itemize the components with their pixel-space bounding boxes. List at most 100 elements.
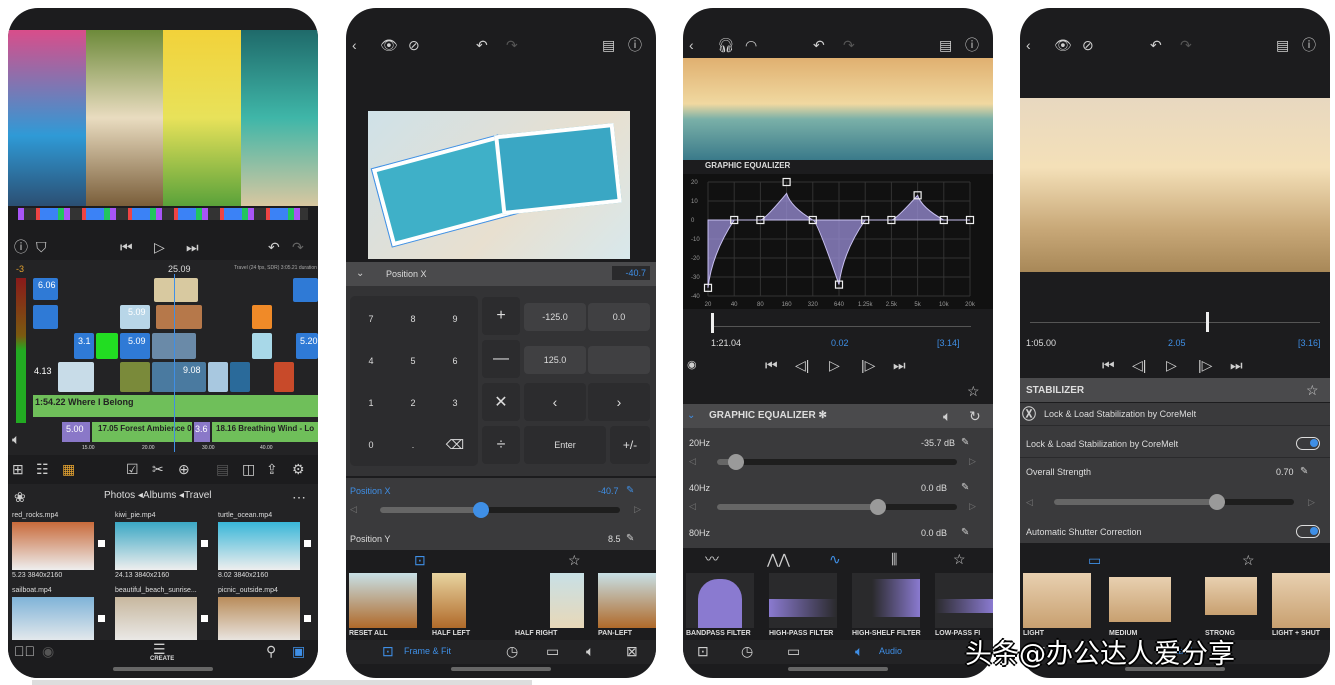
headphones-icon[interactable]: 🎧︎ <box>717 36 735 54</box>
increment-icon[interactable]: ▷ <box>969 452 976 470</box>
help-icon[interactable]: ⓘ <box>965 36 979 54</box>
preset-thumbnail[interactable] <box>1272 573 1330 628</box>
backspace-key[interactable]: ⌫ <box>434 426 476 464</box>
digit-key-3[interactable]: 3 <box>434 384 476 422</box>
clipboard-icon[interactable]: ▤ <box>216 460 229 478</box>
audio-track-main[interactable]: 1:54.22 Where I Belong <box>33 395 318 417</box>
digit-key-9[interactable]: 9 <box>434 300 476 338</box>
pencil-icon[interactable]: ✎ <box>961 524 969 542</box>
tab-audio[interactable]: Audio <box>879 646 902 656</box>
pencil-icon[interactable]: ✎ <box>626 530 634 548</box>
decrement-icon[interactable]: ◁ <box>689 497 696 515</box>
frame-fit-presets-tab-icon[interactable]: ⊡ <box>414 551 426 569</box>
enter-key[interactable]: Enter <box>524 426 606 464</box>
pencil-icon[interactable]: ✎ <box>961 479 969 497</box>
digit-key-2[interactable]: 2 <box>392 384 434 422</box>
digit-key-0[interactable]: 0 <box>350 426 392 464</box>
speed-icon[interactable]: ◷ <box>506 642 518 660</box>
equalizer-graph[interactable]: 20 40 80 160 320 640 1.25k 2.5k 5k 10k 20k20100-10… <box>683 174 993 309</box>
playhead[interactable] <box>174 274 175 452</box>
eq-band-slider[interactable] <box>717 454 957 470</box>
favorite-star-icon[interactable]: ☆ <box>1306 381 1319 399</box>
skip-back-icon[interactable]: ⏮ <box>120 238 133 256</box>
eq-panel-header[interactable]: ⌄ GRAPHIC EQUALIZER ✻ 🔈︎ ↻ <box>683 404 993 428</box>
eye-hidden-icon[interactable]: ⊘ <box>408 36 420 54</box>
browser-toggle-icon[interactable]: ▣ <box>292 642 305 660</box>
favorites-star-icon[interactable]: ☆ <box>568 551 581 569</box>
preset-thumbnail[interactable] <box>1205 577 1257 615</box>
frame-fit-icon[interactable]: ⊡ <box>382 642 394 660</box>
eye-icon[interactable]: 👁︎ <box>380 36 398 54</box>
media-checkbox[interactable] <box>201 615 208 622</box>
play-icon[interactable]: ▷ <box>829 356 840 374</box>
skip-back-icon[interactable]: ⏮ <box>1102 356 1115 374</box>
media-thumbnail[interactable] <box>12 522 94 570</box>
info-icon[interactable]: ⓘ <box>14 238 28 256</box>
preset-thumbnail[interactable] <box>769 573 837 628</box>
multiply-key[interactable]: ✕ <box>482 383 520 421</box>
preset-thumbnail[interactable] <box>432 573 466 628</box>
video-preview[interactable] <box>368 111 630 259</box>
compressor-icon[interactable]: ⫼ <box>891 550 897 568</box>
eq-band-slider[interactable] <box>717 499 957 515</box>
more-icon[interactable]: ⋯ <box>292 488 306 506</box>
breadcrumb[interactable]: Photos ◂Albums ◂Travel <box>104 490 212 501</box>
increment-icon[interactable]: ▷ <box>1308 493 1315 511</box>
undo-icon[interactable]: ↶ <box>476 36 488 54</box>
scrubber-handle[interactable] <box>711 313 714 333</box>
scissors-icon[interactable]: ✂ <box>152 460 164 478</box>
checkbox-icon[interactable]: ☑ <box>126 460 139 478</box>
clipboard-icon[interactable]: ▤ <box>1276 36 1289 54</box>
skip-forward-icon[interactable]: ⏭ <box>186 238 199 256</box>
timeline[interactable]: -3 25.09 Travel (24 fps, SDR) 3:05.21 du… <box>8 260 318 455</box>
eye-icon[interactable]: 👁︎ <box>1054 36 1072 54</box>
preset-thumbnail[interactable] <box>1109 577 1171 622</box>
frame-fit-icon[interactable]: ⊡ <box>697 642 709 660</box>
shield-icon[interactable]: ⛉ <box>36 238 47 256</box>
plus-minus-key[interactable]: +/- <box>610 426 650 464</box>
undo-icon[interactable]: ↶ <box>813 36 825 54</box>
increment-icon[interactable]: ▷ <box>969 497 976 515</box>
add-key[interactable]: + <box>482 297 520 335</box>
redo-icon[interactable]: ↷ <box>292 238 304 256</box>
preset-value-key[interactable]: 0.0 <box>588 303 650 331</box>
shutter-correction-toggle[interactable] <box>1296 525 1320 538</box>
position-x-slider[interactable] <box>380 502 620 518</box>
strength-slider[interactable] <box>1054 494 1294 510</box>
video-preview[interactable] <box>683 58 993 160</box>
play-icon[interactable]: ▷ <box>1166 356 1177 374</box>
speed-icon[interactable]: ◷ <box>741 642 753 660</box>
meter-icon[interactable]: ◠ <box>745 36 757 54</box>
digit-key-4[interactable]: 4 <box>350 342 392 380</box>
digit-key-5[interactable]: 5 <box>392 342 434 380</box>
preset-thumbnail[interactable] <box>686 573 754 628</box>
stabilization-toggle[interactable] <box>1296 437 1320 450</box>
redo-icon[interactable]: ↷ <box>1180 36 1192 54</box>
preset-thumbnail[interactable] <box>852 573 920 628</box>
create-button[interactable]: CREATE <box>150 656 174 662</box>
video-preview[interactable] <box>1020 98 1330 272</box>
plus-circle-icon[interactable]: ⊕ <box>178 460 190 478</box>
preset-value-key[interactable]: -125.0 <box>524 303 586 331</box>
chevron-down-icon[interactable]: ⌄ <box>687 407 695 425</box>
preset-value-key[interactable] <box>588 346 650 374</box>
digit-key-6[interactable]: 6 <box>434 342 476 380</box>
pencil-icon[interactable]: ✎ <box>1300 463 1308 481</box>
digit-key-8[interactable]: 8 <box>392 300 434 338</box>
preset-thumbnail[interactable] <box>1023 573 1091 628</box>
speaker-icon[interactable]: 🔈︎ <box>12 430 20 448</box>
media-checkbox[interactable] <box>304 615 311 622</box>
audio-icon[interactable]: 🔈︎ <box>855 642 863 660</box>
step-back-icon[interactable]: ◁| <box>795 356 809 374</box>
redo-icon[interactable]: ↷ <box>506 36 518 54</box>
favorite-star-icon[interactable]: ☆ <box>967 382 980 400</box>
undo-icon[interactable]: ↶ <box>1150 36 1162 54</box>
increment-icon[interactable]: ▷ <box>634 500 641 518</box>
left-arrow-key[interactable]: ‹ <box>524 383 586 421</box>
crop-icon[interactable]: ▭ <box>787 642 800 660</box>
add-media-icon[interactable]: ⊞ <box>12 460 24 478</box>
favorites-star-icon[interactable]: ☆ <box>1242 551 1255 569</box>
favorites-star-icon[interactable]: ☆ <box>953 550 966 568</box>
digit-key-.[interactable]: . <box>392 426 434 464</box>
step-forward-icon[interactable]: |▷ <box>1198 356 1212 374</box>
